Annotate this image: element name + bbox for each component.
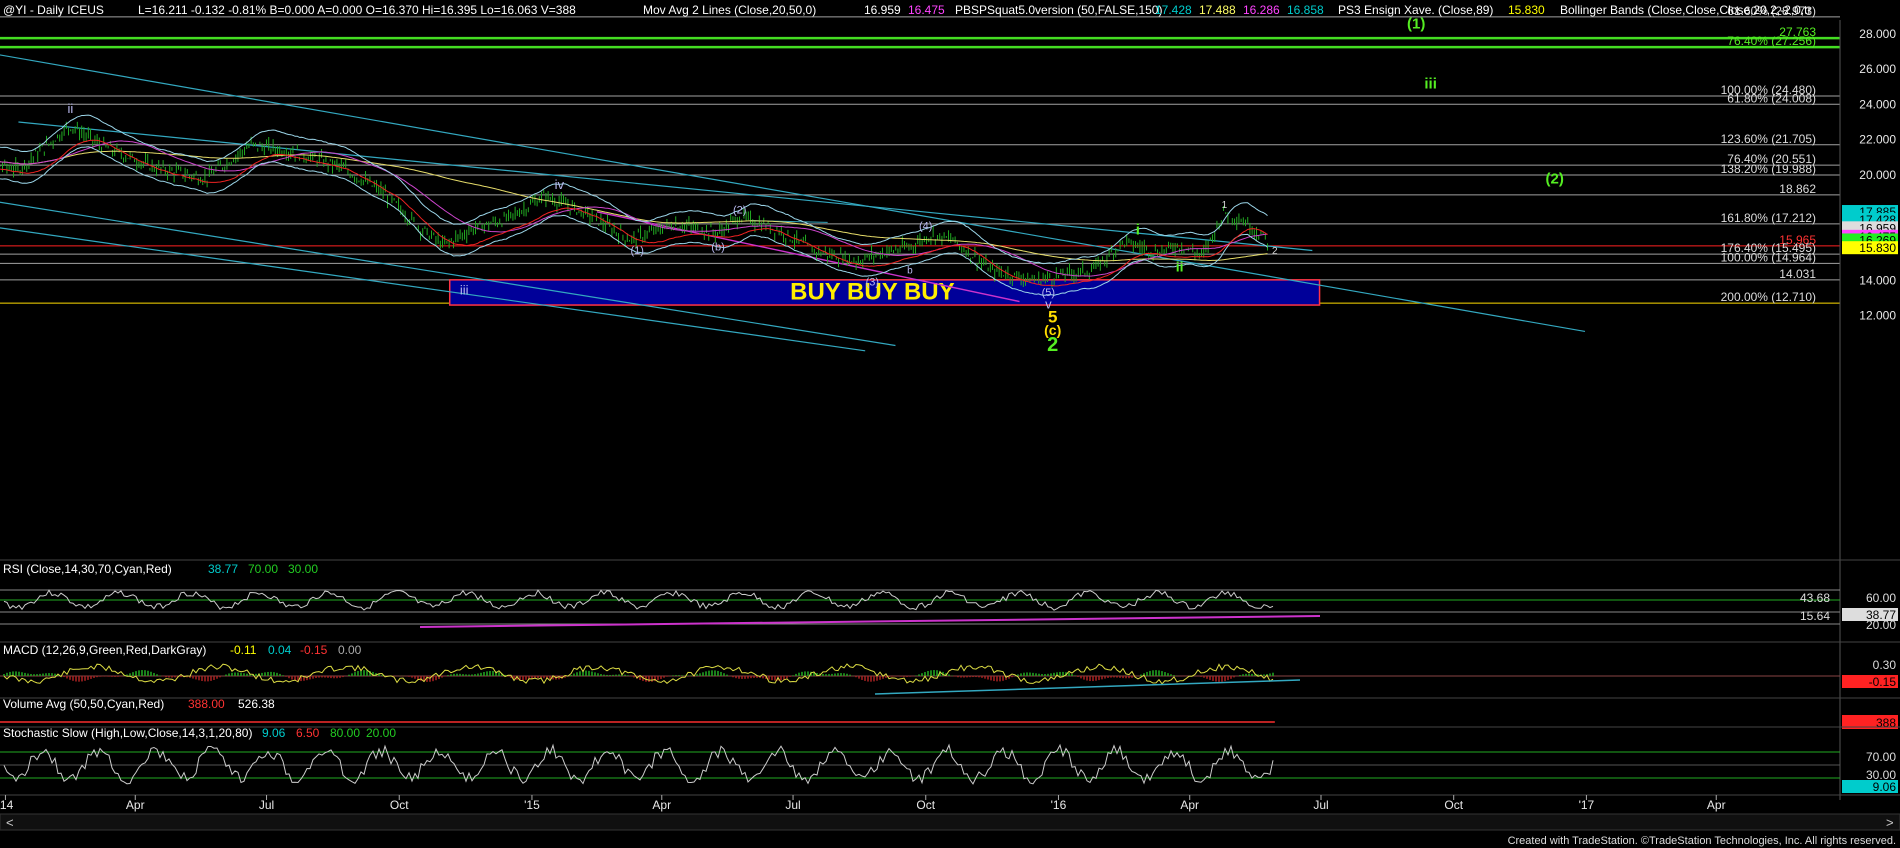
wave-label-12: b (907, 265, 913, 276)
level-label-1: 76.40% (27.256) (1727, 34, 1816, 48)
bollinger-label: Bollinger Bands (Close,Close,Close,20,2,… (1560, 3, 1811, 17)
macd-last-value: -0.15 (1869, 675, 1897, 689)
volume-value-1: 388.00 (188, 697, 225, 711)
wave-label-17: 2 (1047, 334, 1058, 356)
rsi-value: 38.77 (208, 562, 238, 576)
rsi-lower: 30.00 (288, 562, 318, 576)
rsi-header: RSI (Close,14,30,70,Cyan,Red) 38.77 70.0… (3, 562, 318, 576)
pbsp-value-4: 16.858 (1287, 3, 1324, 17)
x-tick-label-1: Apr (126, 798, 145, 812)
scrollbar-track[interactable] (0, 813, 1900, 831)
wave-label-10: (3) (866, 277, 879, 289)
volume-last-value: 388 (1876, 716, 1896, 730)
wave-label-9: (b) (711, 241, 724, 253)
wave-label-7: (2) (733, 205, 746, 217)
macd-value-3: -0.15 (300, 643, 328, 657)
macd-title: MACD (12,26,9,Green,Red,DarkGray) (3, 643, 206, 657)
chart-canvas: BUY BUY BUY (1)iii(2)iiiiviii(2)(1)(b)(3… (0, 0, 1900, 848)
x-tick-label-0: '14 (0, 798, 14, 812)
wave-label-8: (1) (631, 245, 644, 257)
ps3-label: PS3 Ensign Xave. (Close,89) (1338, 3, 1493, 17)
price-flag-text-5: 15.830 (1859, 241, 1896, 255)
y-tick-label-1: 26.000 (1859, 62, 1896, 76)
rsi-last-value: 38.77 (1866, 608, 1896, 622)
x-tick-label-8: '16 (1051, 798, 1067, 812)
stochastic-header: Stochastic Slow (High,Low,Close,14,3,1,2… (3, 726, 396, 740)
mov-avg-value-2: 16.475 (908, 3, 945, 17)
level-label-8: 18.862 (1779, 182, 1816, 196)
stoch-axis-70: 70.00 (1866, 750, 1896, 764)
wave-label-1: iii (1424, 76, 1437, 93)
level-label-12: 100.00% (14.964) (1721, 250, 1816, 264)
mov-avg-label: Mov Avg 2 Lines (Close,20,50,0) (643, 3, 816, 17)
rsi-title: RSI (Close,14,30,70,Cyan,Red) (3, 562, 172, 576)
rsi-axis-60: 60.00 (1866, 591, 1896, 605)
symbol-label: @YI - Daily ICEUS (3, 3, 104, 17)
y-tick-label-0: 28.000 (1859, 27, 1896, 41)
stochastic-value-2: 6.50 (296, 726, 320, 740)
wave-label-5: iv (555, 177, 565, 192)
x-tick-label-4: '15 (524, 798, 540, 812)
chart-header: @YI - Daily ICEUS L=16.211 -0.132 -0.81%… (3, 3, 1811, 17)
x-tick-label-3: Oct (390, 798, 409, 812)
wave-label-2: (2) (1546, 171, 1564, 188)
volume-value-2: 526.38 (238, 697, 275, 711)
stochastic-value-3: 80.00 (330, 726, 360, 740)
x-tick-label-10: Jul (1313, 798, 1328, 812)
macd-axis-030: 0.30 (1873, 658, 1897, 672)
level-label-4: 61.80% (24.008) (1727, 91, 1816, 105)
level-label-14: 200.00% (12.710) (1721, 290, 1816, 304)
stochastic-value-4: 20.00 (366, 726, 396, 740)
level-label-13: 14.031 (1779, 267, 1816, 281)
x-tick-label-2: Jul (259, 798, 274, 812)
buy-zone: BUY BUY BUY (448, 278, 1321, 306)
y-tick-label-4: 20.000 (1859, 168, 1896, 182)
x-tick-label-5: Apr (652, 798, 671, 812)
ps3-value: 15.830 (1508, 3, 1545, 17)
macd-value-1: -0.11 (230, 643, 257, 657)
stochastic-value-1: 9.06 (262, 726, 286, 740)
rsi-level-label-1: 43.68 (1800, 591, 1830, 605)
scroll-left-icon[interactable]: < (6, 815, 14, 830)
pbsp-label: PBSPSquat5.0version (50,FALSE,150) (955, 3, 1162, 17)
footer-credit: Created with TradeStation. ©TradeStation… (1508, 835, 1896, 847)
wave-label-18: i (1136, 222, 1140, 239)
rsi-level-label-2: 15.64 (1800, 609, 1830, 623)
x-tick-label-12: '17 (1579, 798, 1595, 812)
macd-value-4: 0.00 (338, 643, 362, 657)
pbsp-value-3: 16.286 (1243, 3, 1280, 17)
x-tick-label-9: Apr (1180, 798, 1199, 812)
pbsp-value-2: 17.488 (1199, 3, 1236, 17)
level-label-7: 138.20% (19.988) (1721, 162, 1816, 176)
y-tick-label-3: 22.000 (1859, 133, 1896, 147)
wave-label-0: (1) (1407, 16, 1425, 33)
x-tick-label-13: Apr (1707, 798, 1726, 812)
wave-label-6: iii (460, 282, 469, 297)
level-label-9: 161.80% (17.212) (1721, 211, 1816, 225)
x-tick-label-6: Jul (785, 798, 800, 812)
x-tick-label-11: Oct (1444, 798, 1463, 812)
level-label-5: 123.60% (21.705) (1721, 132, 1816, 146)
macd-value-2: 0.04 (268, 643, 292, 657)
ohlc-readout: L=16.211 -0.132 -0.81% B=0.000 A=0.000 O… (138, 3, 576, 17)
wave-label-20: 1 (1222, 200, 1228, 211)
wave-label-19: ii (1176, 259, 1184, 275)
y-tick-label-8: 12.000 (1859, 309, 1896, 323)
macd-header: MACD (12,26,9,Green,Red,DarkGray) -0.11 … (3, 643, 362, 657)
stoch-last-value: 9.06 (1873, 780, 1897, 794)
volume-title: Volume Avg (50,50,Cyan,Red) (3, 697, 164, 711)
wave-label-3: ii (67, 101, 73, 116)
mov-avg-value-1: 16.959 (864, 3, 901, 17)
stochastic-title: Stochastic Slow (High,Low,Close,14,3,1,2… (3, 726, 252, 740)
scroll-right-icon[interactable]: > (1886, 815, 1894, 830)
rsi-upper: 70.00 (248, 562, 278, 576)
chart-background (0, 0, 1900, 848)
wave-label-11: (4) (919, 220, 932, 232)
x-tick-label-7: Oct (916, 798, 935, 812)
pbsp-value-1: 17.428 (1155, 3, 1192, 17)
wave-label-21: 2 (1272, 246, 1278, 257)
horizontal-scrollbar[interactable]: < > (0, 813, 1900, 831)
y-tick-label-2: 24.000 (1859, 97, 1896, 111)
y-tick-label-7: 14.000 (1859, 273, 1896, 287)
